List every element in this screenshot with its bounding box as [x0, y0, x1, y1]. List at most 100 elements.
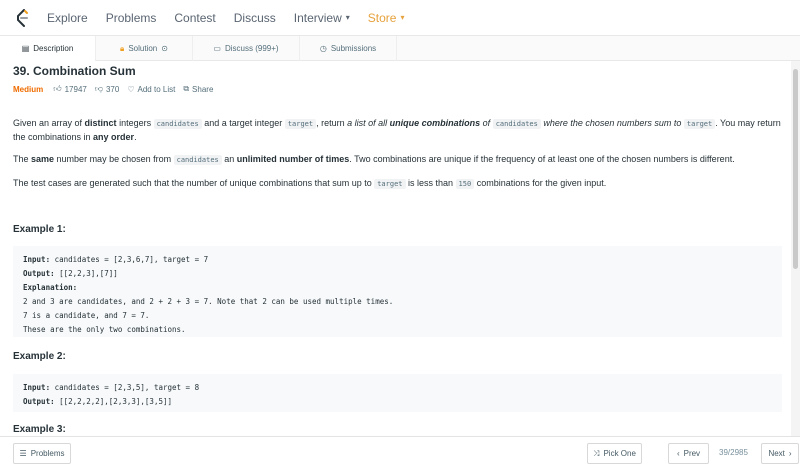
inline-code: candidates — [173, 155, 222, 165]
text: and a target integer — [201, 118, 285, 128]
example-line: Input: candidates = [2,3,5], target = 8 — [23, 381, 772, 395]
nav-discuss[interactable]: Discuss — [234, 11, 276, 25]
next-label: Next — [768, 449, 785, 458]
heart-icon: ♡ — [127, 84, 135, 94]
problems-label: Problems — [30, 449, 65, 458]
nav-store-label: Store — [367, 10, 397, 25]
play-circle-icon: ⊙ — [161, 44, 168, 53]
input-label: Input: — [23, 383, 51, 392]
nav-interview[interactable]: Interview ▾ — [294, 11, 350, 25]
description-paragraph-1: Given an array of distinct integers cand… — [13, 117, 783, 144]
explanation-line: These are the only two combinations. — [23, 325, 186, 334]
add-to-list-button[interactable]: ♡ Add to List — [127, 85, 175, 94]
tab-description[interactable]: ▤ Description — [0, 36, 96, 61]
example-3-title: Example 3: — [13, 424, 66, 435]
text-bold: unique combinations — [389, 118, 481, 128]
list-icon: ☰ — [19, 449, 27, 458]
chevron-right-icon: › — [788, 449, 792, 458]
tab-solution[interactable]: 🔒︎ Solution ⊙ — [96, 36, 193, 61]
lock-icon: 🔒︎ — [120, 43, 125, 53]
pick-one-button[interactable]: ⤨ Pick One — [587, 443, 642, 464]
bottom-bar: ☰ Problems ⤨ Pick One ‹ Prev 39/2985 Nex… — [0, 436, 800, 468]
chevron-down-icon: ▾ — [400, 13, 405, 22]
content-scrollbar[interactable] — [791, 61, 800, 436]
difficulty-badge: Medium — [13, 84, 44, 94]
scrollbar-thumb[interactable] — [793, 69, 798, 269]
pick-one-label: Pick One — [603, 449, 636, 458]
output-value: [[2,2,3],[7]] — [54, 269, 118, 278]
dislike-button[interactable]: 👎︎ 370 — [95, 84, 119, 94]
input-label: Input: — [23, 255, 51, 264]
explanation-line: 7 is a candidate, and 7 = 7. — [23, 311, 150, 320]
problem-tabs: ▤ Description 🔒︎ Solution ⊙ ▭ Discuss (9… — [0, 36, 800, 61]
tab-submissions[interactable]: ◷ Submissions — [300, 36, 397, 61]
tab-discuss-label: Discuss (999+) — [224, 44, 279, 53]
text: , return — [316, 118, 348, 128]
share-label: Share — [192, 84, 214, 94]
tab-submissions-label: Submissions — [330, 44, 377, 53]
chevron-down-icon: ▾ — [345, 13, 350, 22]
top-nav: Explore Problems Contest Discuss Intervi… — [0, 0, 800, 36]
nav-explore[interactable]: Explore — [47, 11, 88, 25]
tab-solution-label: Solution — [128, 44, 158, 53]
inline-code: candidates — [492, 119, 541, 129]
description-paragraph-3: The test cases are generated such that t… — [13, 177, 783, 191]
document-icon: ▤ — [21, 44, 30, 53]
text: . — [134, 132, 137, 142]
problems-button[interactable]: ☰ Problems — [13, 443, 71, 464]
prev-label: Prev — [683, 449, 701, 458]
text: is less than — [405, 178, 456, 188]
clock-icon: ◷ — [319, 44, 327, 53]
description-paragraph-2: The same number may be chosen from candi… — [13, 153, 783, 167]
inline-code: candidates — [153, 119, 202, 129]
text: integers — [116, 118, 154, 128]
explanation-line: 2 and 3 are candidates, and 2 + 2 + 3 = … — [23, 297, 394, 306]
text: Given an array of — [13, 118, 85, 128]
text-bold: distinct — [84, 118, 117, 128]
problem-meta: Medium 👍︎ 17947 👎︎ 370 ♡ Add to List ⧉ S… — [13, 84, 221, 94]
nav-contest[interactable]: Contest — [174, 11, 215, 25]
output-label: Output: — [23, 397, 55, 406]
share-button[interactable]: ⧉ Share — [183, 84, 213, 94]
explanation-label: Explanation: — [23, 283, 78, 292]
text: combinations for the given input. — [474, 178, 607, 188]
dislike-count: 370 — [105, 84, 120, 94]
text-italic: a list of all — [347, 118, 390, 128]
output-label: Output: — [23, 269, 55, 278]
next-button[interactable]: Next › — [761, 443, 799, 464]
thumbs-up-icon: 👍︎ — [53, 84, 62, 93]
like-button[interactable]: 👍︎ 17947 — [53, 84, 87, 94]
tab-description-label: Description — [33, 44, 74, 53]
input-value: candidates = [2,3,5], target = 8 — [50, 383, 200, 392]
example-line: Output: [[2,2,3],[7]] — [23, 267, 772, 281]
inline-code: 150 — [455, 179, 475, 189]
text: The — [13, 154, 32, 164]
logo-icon[interactable] — [15, 8, 29, 27]
text: number may be chosen from — [54, 154, 174, 164]
inline-code: target — [284, 119, 317, 129]
text: an — [221, 154, 237, 164]
chevron-left-icon: ‹ — [676, 449, 680, 458]
thumbs-down-icon: 👎︎ — [94, 84, 103, 93]
shuffle-icon: ⤨ — [593, 448, 600, 458]
problem-title: 39. Combination Sum — [13, 64, 136, 78]
inline-code: target — [374, 179, 406, 189]
example-2-title: Example 2: — [13, 351, 66, 362]
share-icon: ⧉ — [183, 84, 190, 93]
example-1-block: Input: candidates = [2,3,6,7], target = … — [13, 246, 782, 337]
example-1-title: Example 1: — [13, 224, 66, 235]
text: The test cases are generated such that t… — [13, 178, 375, 188]
prev-button[interactable]: ‹ Prev — [668, 443, 709, 464]
tab-discuss[interactable]: ▭ Discuss (999+) — [193, 36, 300, 61]
like-count: 17947 — [64, 84, 87, 94]
nav-problems[interactable]: Problems — [106, 11, 157, 25]
comment-icon: ▭ — [213, 44, 221, 53]
text-italic: of — [480, 118, 493, 128]
example-line: Output: [[2,2,2,2],[2,3,3],[3,5]] — [23, 395, 772, 409]
nav-interview-label: Interview — [293, 10, 342, 25]
input-value: candidates = [2,3,6,7], target = 7 — [50, 255, 209, 264]
nav-store[interactable]: Store ▾ — [368, 11, 405, 25]
page-indicator: 39/2985 — [719, 448, 748, 457]
text-bold: same — [31, 154, 55, 164]
inline-code: target — [683, 119, 716, 129]
